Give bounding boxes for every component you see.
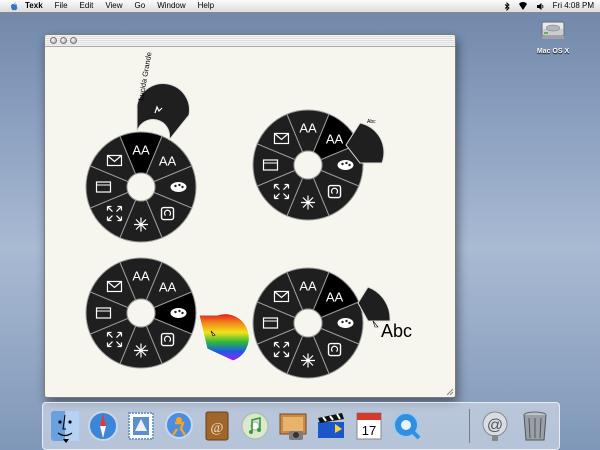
disk-label: Mac OS X [536, 48, 570, 55]
mail-stamp-icon [128, 412, 154, 440]
window-titlebar[interactable] [45, 35, 455, 47]
svg-text:@: @ [211, 421, 224, 436]
hard-disk-icon [541, 21, 565, 39]
menu-help[interactable]: Help [198, 0, 214, 12]
window-close-button[interactable] [50, 37, 57, 44]
dock-mail-server[interactable]: @ [479, 409, 511, 443]
font-icon: AA [326, 289, 344, 304]
airport-icon[interactable] [518, 1, 528, 11]
pie-menu-font-label[interactable]: AAAA Lucida Grande [85, 51, 197, 243]
menu-app-name[interactable]: Texk [25, 0, 43, 12]
large-abc-label: Abc [381, 321, 412, 341]
dock-separator [469, 409, 470, 443]
resize-grip-icon[interactable] [445, 387, 454, 396]
palette-icon [170, 308, 187, 318]
menu-clock[interactable]: Fri 4:08 PM [553, 0, 594, 12]
pie-center-hole [293, 150, 323, 180]
ical-calendar-icon: 17 [356, 412, 382, 440]
trash-icon [523, 411, 547, 441]
palette-icon [337, 318, 354, 328]
quicktime-icon [393, 412, 421, 440]
dock-iphoto[interactable] [277, 409, 309, 443]
at-sign-server-icon: @ [482, 411, 508, 441]
svg-text:AA: AA [132, 143, 150, 158]
ichat-icon [165, 411, 193, 439]
small-abc-label: Abc [367, 119, 376, 125]
pie-center-hole [126, 172, 156, 202]
desktop-disk-macosx[interactable]: Mac OS X [530, 18, 576, 55]
svg-text:AA: AA [132, 269, 150, 284]
menu-file[interactable]: File [55, 0, 68, 12]
dock-address-book[interactable]: @ [201, 409, 233, 443]
texk-window: AA AA Lucida Grande AA AA Abc AA AA AA AA [44, 34, 456, 398]
running-indicator [63, 439, 69, 443]
pie-menu-canvas[interactable]: AAAA Lucida Grande AAAA Abc AAAA AAAA Ab… [45, 47, 455, 397]
font-icon: AA [132, 269, 150, 284]
menu-view[interactable]: View [105, 0, 122, 12]
palette-icon [337, 160, 354, 170]
menu-window[interactable]: Window [157, 0, 185, 12]
font-icon: AA [299, 279, 317, 294]
svg-text:AA: AA [326, 131, 344, 146]
palette-icon [170, 182, 187, 192]
color-spectrum-wedge[interactable] [198, 313, 250, 362]
finder-icon [51, 411, 79, 441]
sparkle-icon [134, 217, 148, 232]
iphoto-icon [279, 413, 307, 440]
pie-menu-color[interactable]: AA AA [85, 257, 250, 369]
font-icon: AA [299, 121, 317, 136]
menu-go[interactable]: Go [135, 0, 146, 12]
pie-center-hole [126, 298, 156, 328]
volume-icon[interactable] [536, 2, 545, 11]
svg-text:AA: AA [159, 279, 177, 294]
dock-imovie[interactable] [315, 409, 347, 443]
svg-text:AA: AA [159, 153, 177, 168]
font-icon: AA [159, 279, 177, 294]
dock-ical[interactable]: 17 [353, 409, 385, 443]
dock-mail[interactable] [125, 409, 157, 443]
dock: @ 17 @ [42, 402, 560, 450]
address-book-icon: @ [205, 411, 229, 441]
sparkle-icon [301, 195, 315, 210]
svg-text:AA: AA [326, 289, 344, 304]
itunes-icon [241, 412, 269, 440]
imovie-clapboard-icon [318, 413, 344, 438]
dock-finder[interactable] [49, 409, 81, 443]
font-icon: AA [132, 143, 150, 158]
dock-itunes[interactable] [239, 409, 271, 443]
window-minimize-button[interactable] [60, 37, 67, 44]
font-icon: AA [159, 153, 177, 168]
sparkle-icon [301, 353, 315, 368]
svg-text:AA: AA [299, 121, 317, 136]
svg-text:AA: AA [299, 279, 317, 294]
dock-quicktime[interactable] [391, 409, 423, 443]
svg-text:@: @ [487, 417, 503, 434]
sparkle-icon [134, 343, 148, 358]
ical-date: 17 [362, 423, 376, 438]
apple-menu-icon[interactable] [10, 1, 18, 11]
dock-safari[interactable] [87, 409, 119, 443]
menu-extras: Fri 4:08 PM [496, 0, 600, 12]
safari-compass-icon [88, 411, 118, 441]
menu-bar: Texk File Edit View Go Window Help Fri 4… [0, 0, 600, 13]
pie-menu-large-sample[interactable]: AA AA Abc [252, 267, 412, 379]
menu-edit[interactable]: Edit [80, 0, 94, 12]
pie-center-hole [293, 308, 323, 338]
bluetooth-icon[interactable] [504, 1, 510, 11]
pie-menu-small-sample[interactable]: AA AA Abc [252, 109, 385, 221]
dock-trash[interactable] [519, 409, 551, 443]
font-icon: AA [326, 131, 344, 146]
cursor-arrow-icon [372, 320, 379, 328]
dock-ichat[interactable] [163, 409, 195, 443]
window-zoom-button[interactable] [70, 37, 77, 44]
